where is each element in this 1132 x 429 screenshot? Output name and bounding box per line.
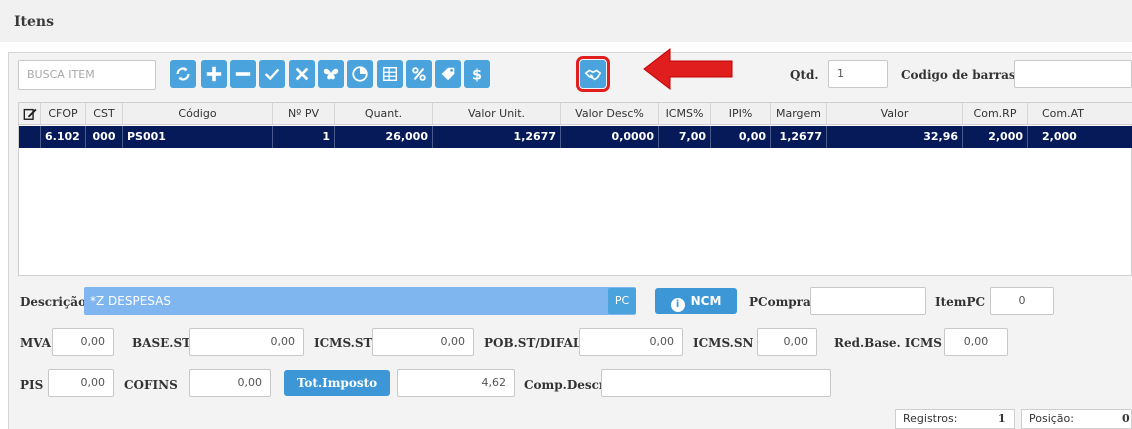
refresh-icon bbox=[176, 67, 190, 81]
descricao-label: Descrição bbox=[20, 295, 87, 309]
add-button[interactable] bbox=[201, 60, 227, 88]
col-com-at[interactable]: Com.AT bbox=[1028, 103, 1132, 125]
col-quant[interactable]: Quant. bbox=[335, 103, 433, 125]
cell-quant: 26,000 bbox=[335, 126, 433, 148]
dollar-button[interactable]: $ bbox=[464, 60, 490, 88]
pobst-label: POB.ST/DIFAL bbox=[484, 336, 582, 350]
mva-label: MVA bbox=[20, 336, 51, 350]
col-valor-unit[interactable]: Valor Unit. bbox=[433, 103, 561, 125]
ncm-label: NCM bbox=[690, 294, 722, 308]
butterfly-button[interactable] bbox=[318, 60, 344, 88]
col-valor-desc[interactable]: Valor Desc% bbox=[561, 103, 659, 125]
spreadsheet-icon bbox=[382, 66, 398, 82]
search-input[interactable]: BUSCA ITEM bbox=[18, 60, 156, 90]
items-grid: CFOP CST Código Nº PV Quant. Valor Unit.… bbox=[18, 102, 1132, 276]
col-cst[interactable]: CST bbox=[86, 103, 123, 125]
compdescr-label: Comp.Descr bbox=[524, 378, 606, 392]
cell-ipi: 0,00 bbox=[711, 126, 771, 148]
redbase-label: Red.Base. ICMS bbox=[834, 336, 942, 350]
pcompra-input[interactable] bbox=[810, 287, 926, 315]
row-marker bbox=[19, 126, 41, 148]
window-header bbox=[0, 0, 1132, 42]
percent-button[interactable] bbox=[406, 60, 432, 88]
redbase-input[interactable]: 0,00 bbox=[944, 328, 1008, 356]
mva-input[interactable]: 0,00 bbox=[52, 328, 114, 356]
pobst-input[interactable]: 0,00 bbox=[579, 328, 683, 356]
svg-text:$: $ bbox=[472, 67, 482, 83]
tag-button[interactable] bbox=[435, 60, 461, 88]
minus-icon bbox=[235, 72, 251, 76]
col-codigo[interactable]: Código bbox=[123, 103, 273, 125]
col-cfop[interactable]: CFOP bbox=[41, 103, 86, 125]
unit-badge: PC bbox=[608, 288, 636, 314]
table-row[interactable]: 6.102 000 PS001 1 26,000 1,2677 0,0000 7… bbox=[19, 126, 1132, 148]
chart-button[interactable] bbox=[347, 60, 373, 88]
col-com-rp[interactable]: Com.RP bbox=[963, 103, 1028, 125]
barcode-label: Codigo de barras bbox=[901, 68, 1016, 82]
pis-input[interactable]: 0,00 bbox=[48, 369, 114, 397]
cell-cfop: 6.102 bbox=[41, 126, 86, 148]
cell-margem: 1,2677 bbox=[771, 126, 827, 148]
posicao-value: 0 bbox=[1122, 412, 1130, 425]
cell-valor-desc: 0,0000 bbox=[561, 126, 659, 148]
col-ipi[interactable]: IPI% bbox=[711, 103, 771, 125]
registros-value: 1 bbox=[998, 412, 1006, 425]
barcode-input[interactable] bbox=[1014, 60, 1132, 88]
pcompra-label: PCompra bbox=[749, 295, 811, 309]
handshake-icon bbox=[584, 69, 602, 81]
descricao-field[interactable]: *Z DESPESAS bbox=[84, 287, 636, 315]
col-npv[interactable]: Nº PV bbox=[273, 103, 335, 125]
icmssn-input[interactable]: 0,00 bbox=[757, 328, 817, 356]
cell-icms: 7,00 bbox=[659, 126, 711, 148]
cell-valor-unit: 1,2677 bbox=[433, 126, 561, 148]
cell-npv: 1 bbox=[273, 126, 335, 148]
qtd-label: Qtd. bbox=[790, 68, 819, 82]
totimposto-button[interactable]: Tot.Imposto bbox=[284, 370, 390, 396]
totimposto-input[interactable]: 4,62 bbox=[397, 369, 515, 397]
pointer-arrow-icon bbox=[643, 47, 733, 91]
check-icon bbox=[264, 68, 280, 81]
itempc-label: ItemPC bbox=[935, 295, 986, 309]
butterfly-icon bbox=[323, 68, 339, 80]
dollar-icon: $ bbox=[472, 67, 482, 83]
cell-valor: 32,96 bbox=[827, 126, 963, 148]
posicao-label: Posição: bbox=[1029, 412, 1074, 425]
cell-cst: 000 bbox=[86, 126, 123, 148]
close-icon bbox=[295, 67, 309, 81]
cell-com-at: 2,000 bbox=[1028, 126, 1132, 148]
cell-com-rp: 2,000 bbox=[963, 126, 1028, 148]
col-margem[interactable]: Margem bbox=[771, 103, 827, 125]
icmsst-input[interactable]: 0,00 bbox=[372, 328, 474, 356]
percent-icon bbox=[412, 67, 426, 81]
col-valor[interactable]: Valor bbox=[827, 103, 963, 125]
remove-button[interactable] bbox=[230, 60, 256, 88]
cancel-button[interactable] bbox=[289, 60, 315, 88]
cell-codigo: PS001 bbox=[123, 126, 273, 148]
handshake-button[interactable] bbox=[576, 56, 610, 92]
cofins-input[interactable]: 0,00 bbox=[189, 369, 271, 397]
grid-header: CFOP CST Código Nº PV Quant. Valor Unit.… bbox=[19, 103, 1132, 125]
window-title: Itens bbox=[14, 14, 54, 30]
plus-icon bbox=[206, 66, 222, 82]
confirm-button[interactable] bbox=[259, 60, 285, 88]
compdescr-input[interactable] bbox=[601, 369, 831, 397]
edit-column-icon[interactable] bbox=[19, 103, 41, 125]
qtd-input[interactable]: 1 bbox=[828, 60, 888, 88]
basest-input[interactable]: 0,00 bbox=[189, 328, 304, 356]
registros-label: Registros: bbox=[903, 412, 958, 425]
basest-label: BASE.ST bbox=[132, 336, 192, 350]
ncm-button[interactable]: i NCM bbox=[655, 288, 737, 314]
col-icms[interactable]: ICMS% bbox=[659, 103, 711, 125]
info-icon: i bbox=[670, 298, 685, 312]
icmssn-label: ICMS.SN bbox=[693, 336, 754, 350]
cofins-label: COFINS bbox=[124, 378, 178, 392]
pie-chart-icon bbox=[352, 66, 368, 82]
refresh-button[interactable] bbox=[170, 60, 196, 88]
excel-export-button[interactable] bbox=[377, 60, 403, 88]
pis-label: PIS bbox=[20, 378, 44, 392]
itempc-input[interactable]: 0 bbox=[990, 287, 1054, 315]
tag-icon bbox=[441, 67, 455, 81]
icmsst-label: ICMS.ST bbox=[314, 336, 373, 350]
